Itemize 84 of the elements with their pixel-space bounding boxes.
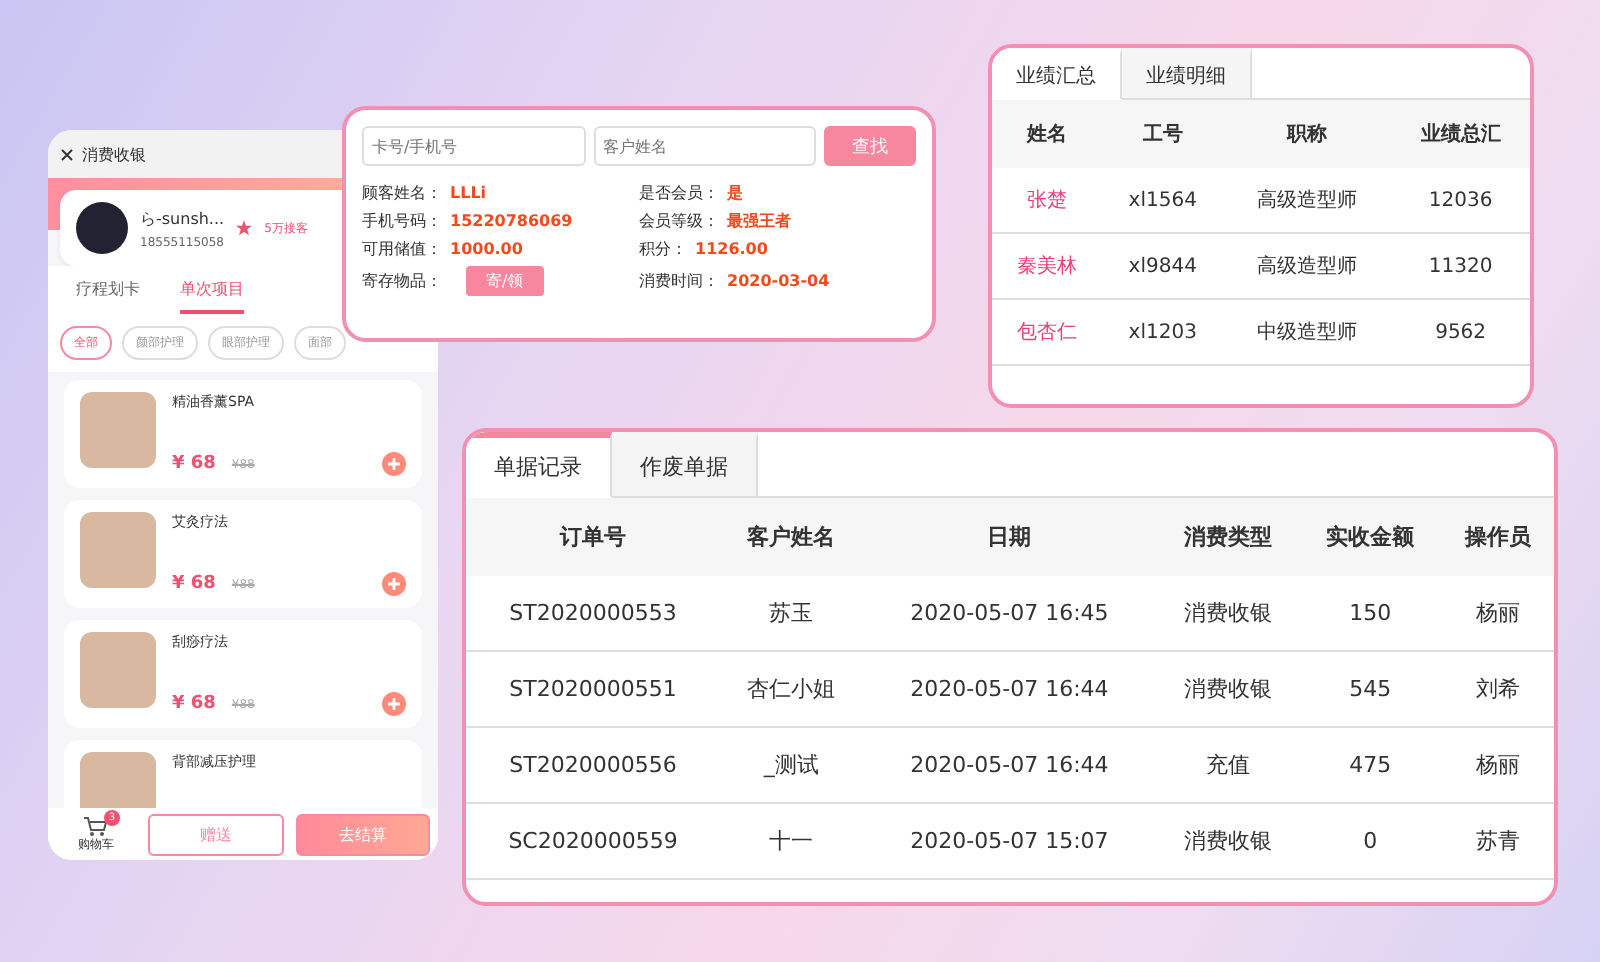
table-cell: 苏玉 — [720, 576, 863, 651]
field-label: 手机号码： — [362, 210, 442, 232]
table-cell: 秦美林 — [992, 233, 1102, 299]
photo-placeholder — [80, 392, 156, 468]
product-price: ¥ 68 — [172, 574, 216, 594]
field-value: 1126.00 — [695, 240, 768, 258]
table-cell: ST2020000556 — [466, 727, 721, 803]
table-cell: 2020-05-07 16:45 — [862, 576, 1157, 651]
column-header: 客户姓名 — [720, 498, 863, 576]
table-cell: xl1203 — [1101, 299, 1224, 365]
add-icon[interactable] — [382, 572, 406, 596]
table-cell: 杨丽 — [1441, 576, 1554, 651]
table-cell: xl1564 — [1101, 168, 1224, 233]
column-header: 操作员 — [1441, 498, 1554, 576]
product-price: ¥ 68 — [172, 454, 216, 474]
table-cell: SC2020000559 — [466, 803, 721, 879]
table-cell: ST2020000553 — [466, 576, 721, 651]
cart-icon[interactable] — [84, 815, 108, 835]
table-cell: 包杏仁 — [992, 299, 1102, 365]
table-cell: 充值 — [1156, 727, 1299, 803]
field-label: 顾客姓名： — [362, 182, 442, 204]
column-header: 消费类型 — [1156, 498, 1299, 576]
photo-placeholder — [80, 752, 156, 808]
field-label: 积分： — [639, 238, 687, 260]
field-label: 寄存物品： — [362, 270, 442, 292]
field-label: 消费时间： — [639, 270, 719, 292]
field-label: 可用储值： — [362, 238, 442, 260]
table-cell: 刘希 — [1441, 651, 1554, 727]
column-header: 业绩总汇 — [1391, 100, 1530, 168]
field-label: 会员等级： — [639, 210, 719, 232]
table-cell: 0 — [1298, 803, 1442, 879]
field-value: 2020-03-04 — [727, 272, 830, 290]
field-label: 是否会员： — [639, 182, 719, 204]
table-cell: 张楚 — [992, 168, 1102, 233]
star-icon — [236, 220, 253, 236]
photo-placeholder — [80, 512, 156, 588]
table-cell: 475 — [1298, 727, 1442, 803]
column-header: 姓名 — [992, 100, 1102, 168]
table-cell: 2020-05-07 15:07 — [862, 803, 1157, 879]
table-cell: 150 — [1298, 576, 1442, 651]
performance-tab[interactable]: 业绩汇总 — [992, 48, 1122, 100]
column-header: 职称 — [1223, 100, 1392, 168]
category-tab[interactable]: 疗程划卡 — [76, 278, 140, 314]
column-header: 实收金额 — [1298, 498, 1442, 576]
column-header: 工号 — [1101, 100, 1224, 168]
table-cell: 12036 — [1391, 168, 1530, 233]
column-header: 订单号 — [466, 498, 721, 576]
field-value: 是 — [727, 182, 743, 204]
table-cell: xl9844 — [1101, 233, 1224, 299]
table-cell: 消费收银 — [1156, 651, 1299, 727]
orders-tab[interactable]: 单据记录 — [466, 432, 612, 498]
card-number-field[interactable]: 卡号/手机号 — [362, 126, 585, 166]
customer-name-field[interactable]: 客户姓名 — [593, 126, 816, 166]
close-icon[interactable] — [60, 147, 74, 161]
table-cell: 高级造型师 — [1223, 233, 1392, 299]
performance-tab[interactable]: 业绩明细 — [1122, 48, 1252, 100]
table-cell: 高级造型师 — [1223, 168, 1392, 233]
table-cell: ST2020000551 — [466, 651, 721, 727]
user-name: ら-sunsh... — [140, 207, 225, 229]
table-cell: 中级造型师 — [1223, 299, 1392, 365]
table-cell: 9562 — [1391, 299, 1530, 365]
table-cell: 消费收银 — [1156, 803, 1299, 879]
field-value: 1000.00 — [450, 240, 523, 258]
table-cell: 2020-05-07 16:44 — [862, 651, 1157, 727]
table-cell: 杏仁小姐 — [720, 651, 863, 727]
table-cell: 消费收银 — [1156, 576, 1299, 651]
add-icon[interactable] — [382, 692, 406, 716]
add-icon[interactable] — [382, 452, 406, 476]
field-value: 最强王者 — [727, 210, 791, 232]
orders-tab[interactable]: 作废单据 — [612, 432, 758, 498]
table-cell: 545 — [1298, 651, 1442, 727]
photo-placeholder — [80, 632, 156, 708]
table-cell: 十一 — [720, 803, 863, 879]
table-cell: 杨丽 — [1441, 727, 1554, 803]
avatar-placeholder — [76, 202, 128, 254]
table-cell: _测试 — [720, 727, 863, 803]
field-value: 15220786069 — [450, 212, 573, 230]
screen-title: 消费收银 — [82, 143, 146, 165]
table-cell: 2020-05-07 16:44 — [862, 727, 1157, 803]
table-cell: 11320 — [1391, 233, 1530, 299]
column-header: 日期 — [862, 498, 1157, 576]
field-value: LLLi — [450, 184, 487, 202]
product-price: ¥ 68 — [172, 694, 216, 714]
table-cell: 苏青 — [1441, 803, 1554, 879]
